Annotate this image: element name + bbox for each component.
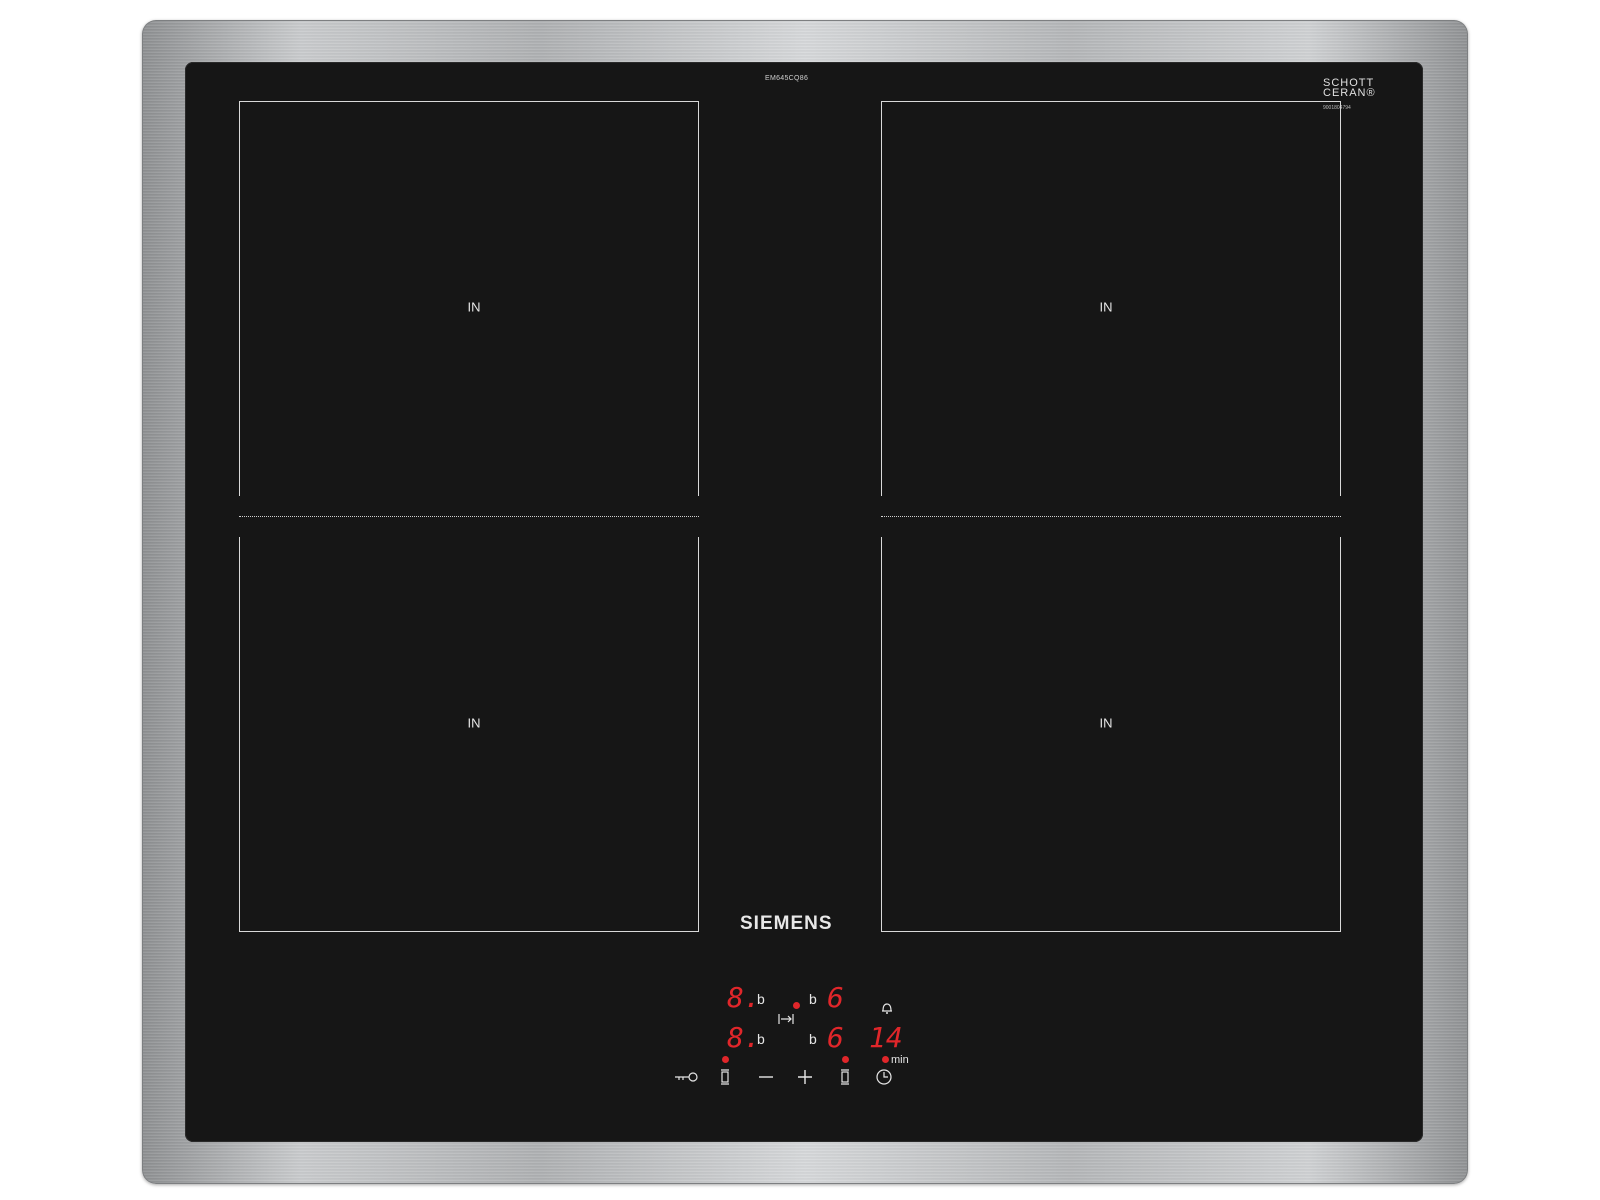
zone-select-right-icon[interactable]	[840, 1068, 850, 1091]
glass-brand-line2: CERAN®	[1323, 87, 1376, 99]
right-zone-select-led	[842, 1056, 849, 1063]
zone-front-left[interactable]	[239, 537, 699, 932]
plus-icon[interactable]	[797, 1069, 813, 1090]
zone-rear-left-label: IN	[467, 299, 481, 315]
front-left-boost-indicator: b	[757, 1031, 765, 1047]
zone-rear-right-label: IN	[1099, 299, 1113, 315]
key-lock-icon[interactable]	[673, 1070, 699, 1089]
rear-left-boost-indicator: b	[757, 991, 765, 1007]
timer-display: 14	[869, 1021, 903, 1054]
zone-front-right-label: IN	[1099, 715, 1113, 731]
ceramic-glass-surface: EM645CQ86 SCHOTT CERAN® 9001804794 IN IN…	[185, 62, 1423, 1142]
left-zone-select-led	[722, 1056, 729, 1063]
clock-icon[interactable]	[875, 1068, 893, 1091]
model-code: EM645CQ86	[765, 75, 809, 82]
glass-brand-logo: SCHOTT CERAN®	[1323, 78, 1376, 99]
front-left-level-display: 8.	[727, 1021, 761, 1054]
rear-right-boost-indicator: b	[809, 991, 817, 1007]
bell-icon[interactable]	[879, 1000, 895, 1021]
flex-zone-bridge-right	[881, 516, 1341, 517]
timer-led	[882, 1056, 889, 1063]
bridge-icon[interactable]	[777, 1012, 795, 1031]
zone-front-right[interactable]	[881, 537, 1341, 932]
front-right-level-display: 6	[827, 1021, 844, 1054]
zone-select-left-icon[interactable]	[720, 1068, 730, 1091]
zone-front-left-label: IN	[467, 715, 481, 731]
zone-rear-right[interactable]	[881, 101, 1341, 496]
rear-left-level-display: 8.	[727, 981, 761, 1014]
brand-logo: SIEMENS	[740, 913, 833, 934]
minus-icon[interactable]	[758, 1070, 774, 1089]
zone-rear-left[interactable]	[239, 101, 699, 496]
bridge-led	[793, 1002, 800, 1009]
rear-right-level-display: 6	[827, 981, 844, 1014]
flex-zone-bridge-left	[239, 516, 699, 517]
front-right-boost-indicator: b	[809, 1031, 817, 1047]
timer-unit-label: min	[891, 1054, 909, 1066]
